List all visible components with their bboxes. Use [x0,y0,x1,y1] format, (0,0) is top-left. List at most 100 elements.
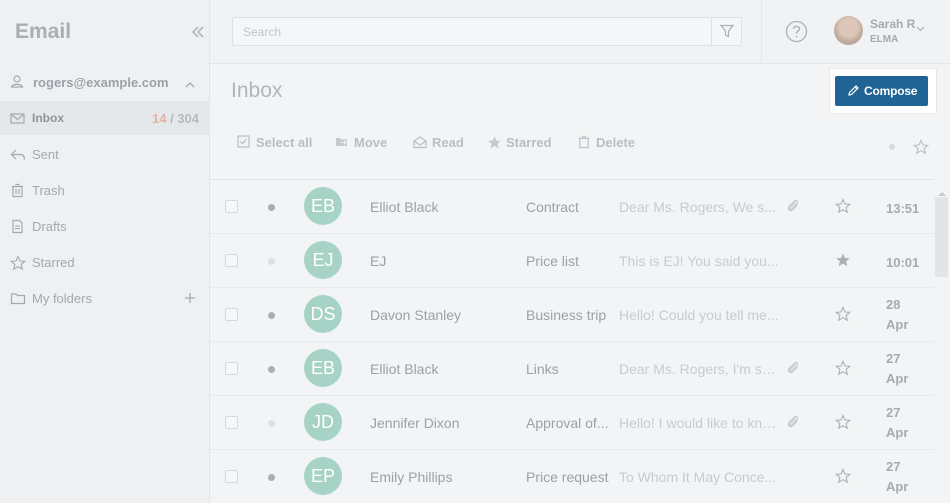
user-icon [10,74,24,93]
unread-count: 14 [151,111,167,126]
sidebar-item-trash[interactable]: Trash [0,173,210,207]
message-subject: Price request [526,469,609,485]
user-menu[interactable]: Sarah R ELMA [834,16,944,48]
collapse-sidebar-icon[interactable] [190,24,206,40]
move-label: Move [354,135,388,150]
move-button[interactable]: Move [335,134,390,154]
filter-icon [720,24,734,38]
sidebar-item-my-folders[interactable]: My folders [0,281,210,315]
message-toolbar: Select all Move Read Starred Delete [210,124,950,164]
star-icon[interactable] [834,414,852,435]
avatar: JD [304,403,342,441]
read-label: Read [432,135,464,150]
message-subject: Business trip [526,307,607,323]
select-all-label: Select all [256,135,313,150]
row-checkbox[interactable] [225,254,238,267]
search-box [232,17,742,46]
starred-label: Starred [506,135,552,150]
message-sender: Emily Phillips [370,469,453,485]
document-icon [10,219,26,235]
message-subject: Contract [526,199,579,215]
open-envelope-icon [413,136,427,149]
page-title: Inbox [231,79,283,102]
sidebar-item-label: Starred [32,255,75,270]
sidebar-item-sent[interactable]: Sent [0,137,210,171]
divider [761,0,762,64]
unread-dot[interactable] [268,366,275,373]
message-sender: EJ [370,253,387,269]
message-preview: Hello! Could you tell me... [619,307,779,323]
row-checkbox[interactable] [225,308,238,321]
paperclip-icon [785,198,801,219]
time-line-1: 27 [886,351,901,366]
unread-dot[interactable] [268,204,275,211]
top-bar: Sarah R ELMA [210,0,950,64]
time-line-2: Apr [886,425,909,440]
star-filled-icon[interactable] [835,252,851,273]
star-icon[interactable] [834,198,852,219]
paperclip-icon [785,414,801,435]
message-row[interactable]: JD Jennifer Dixon Approval of... Hello! I w… [210,396,934,450]
search-input[interactable] [233,18,703,45]
unread-filter-dot[interactable] [889,144,895,150]
time-line-2: Apr [886,317,909,332]
delete-button[interactable]: Delete [577,134,642,154]
total-count: 304 [177,111,199,126]
row-checkbox[interactable] [225,362,238,375]
sidebar-item-inbox[interactable]: Inbox 14 / 304 [0,101,210,135]
unread-dot[interactable] [268,420,275,427]
envelope-icon [10,111,26,127]
message-time: 13:51 [886,199,919,219]
message-sender: Davon Stanley [370,307,462,323]
compose-button[interactable]: Compose [835,76,928,106]
pencil-icon [848,85,859,96]
user-name: Sarah R [870,17,916,31]
avatar [834,16,863,45]
unread-dot[interactable] [268,474,275,481]
sidebar: Email rogers@example.com Inbox 14 / 304 … [0,0,210,503]
user-organization: ELMA [870,34,899,45]
message-time: 28 Apr [886,295,908,335]
account-header[interactable]: rogers@example.com [0,64,210,100]
star-filled-icon [488,136,501,149]
sidebar-item-label: Trash [32,183,65,198]
filter-button[interactable] [711,18,741,45]
message-time: 10:01 [886,253,919,273]
chevron-up-icon[interactable] [185,77,195,95]
time-line-1: 28 [886,297,901,312]
scroll-thumb[interactable] [935,197,948,277]
sidebar-item-starred[interactable]: Starred [0,245,210,279]
message-preview: Dear Ms. Rogers, We s... [619,199,776,215]
time-line-2: Apr [886,371,909,386]
unread-dot[interactable] [268,258,275,265]
message-preview: Dear Ms. Rogers, I'm se... [619,361,779,377]
message-row[interactable]: DS Davon Stanley Business trip Hello! Could… [210,288,934,342]
help-icon[interactable] [785,20,808,48]
time-line-1: 27 [886,459,901,474]
read-button[interactable]: Read [413,134,468,154]
message-row[interactable]: EB Elliot Black Links Dear Ms. Rogers, I'm … [210,342,934,396]
message-row[interactable]: EJ EJ Price list This is EJ! You said you..… [210,234,934,288]
star-filter-icon[interactable] [912,139,930,160]
message-list: EB Elliot Black Contract Dear Ms. Rogers, W… [210,179,934,503]
message-row[interactable]: EP Emily Phillips Price request To Whom It … [210,450,934,503]
unread-dot[interactable] [268,312,275,319]
trash-icon [578,135,590,149]
row-checkbox[interactable] [225,470,238,483]
star-icon[interactable] [834,468,852,489]
add-folder-icon[interactable] [184,291,196,309]
row-checkbox[interactable] [225,416,238,429]
message-row[interactable]: EB Elliot Black Contract Dear Ms. Rogers, W… [210,180,934,234]
starred-button[interactable]: Starred [487,134,557,154]
compose-label: Compose [864,84,918,98]
star-icon[interactable] [834,306,852,327]
compose-highlight: Compose [830,69,936,113]
row-checkbox[interactable] [225,200,238,213]
avatar: EJ [304,241,342,279]
sidebar-item-drafts[interactable]: Drafts [0,209,210,243]
sidebar-item-label: Sent [32,147,59,162]
scrollbar[interactable] [934,180,950,503]
star-icon[interactable] [834,360,852,381]
message-time: 27 Apr [886,349,908,389]
select-all-button[interactable]: Select all [237,134,313,154]
